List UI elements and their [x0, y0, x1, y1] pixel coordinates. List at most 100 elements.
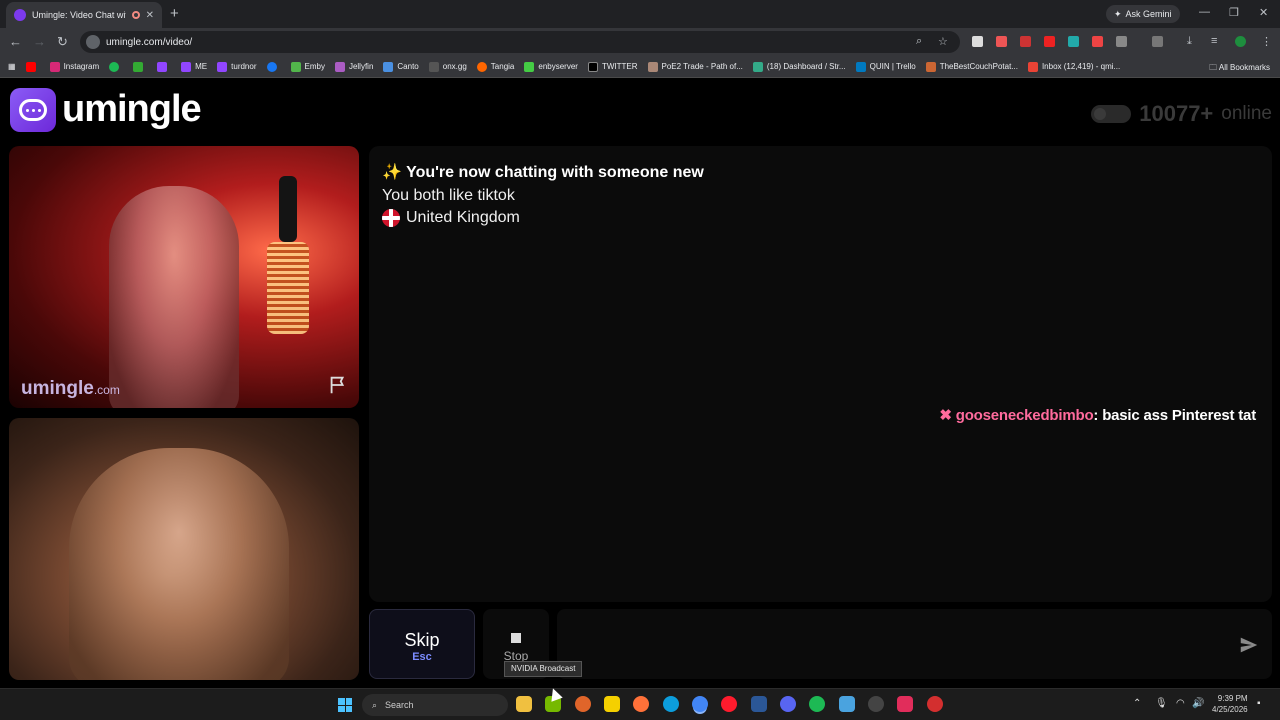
extension-icon[interactable]: [1044, 36, 1055, 47]
media-icon[interactable]: ≡: [1211, 35, 1217, 47]
x-twitter-icon: [587, 61, 598, 72]
extension-k-icon[interactable]: [972, 36, 983, 47]
close-window-icon[interactable]: ✕: [1259, 6, 1268, 19]
taskbar-clock[interactable]: 9:39 PM 4/25/2026: [1212, 693, 1248, 715]
notepad-icon[interactable]: [839, 696, 855, 712]
bookmark-instagram[interactable]: Instagram: [49, 61, 99, 72]
overlay-username: gooseneckedbimbo: [955, 407, 1094, 424]
forward-icon[interactable]: →: [33, 34, 46, 49]
browser-tab[interactable]: Umingle: Video Chat with S ✕: [6, 2, 162, 28]
bookmark-label: Jellyfin: [348, 62, 374, 71]
wifi-icon[interactable]: ◠: [1176, 698, 1185, 709]
gemini-icon: ✦: [1114, 8, 1122, 19]
spotify-icon[interactable]: [809, 696, 825, 712]
chrome-icon[interactable]: [692, 696, 708, 712]
microphone-icon[interactable]: 🎙: [1155, 698, 1168, 709]
send-icon[interactable]: [1238, 634, 1260, 656]
bookmark-star-icon[interactable]: ☆: [938, 35, 948, 48]
folder-icon: 🗀: [1209, 63, 1219, 72]
windows-start-icon[interactable]: [338, 698, 352, 712]
bookmark-label: onx.gg: [442, 62, 467, 71]
download-icon[interactable]: ⤓: [1187, 35, 1192, 48]
bookmark-spotify[interactable]: [109, 61, 123, 72]
bookmark-onx[interactable]: onx.gg: [428, 61, 467, 72]
stream-chat-overlay: ✖ gooseneckedbimbo: basic ass Pinterest …: [939, 406, 1256, 424]
profile-avatar-icon[interactable]: [1235, 36, 1246, 47]
bookmark-tangia[interactable]: Tangia: [476, 61, 514, 72]
app-icon[interactable]: [927, 696, 943, 712]
app-icon[interactable]: [575, 696, 591, 712]
spotify-icon: [109, 61, 120, 72]
bookmark-jellyfin[interactable]: Jellyfin: [334, 61, 374, 72]
url-text: umingle.com/video/: [106, 36, 193, 48]
site-info-icon[interactable]: [86, 35, 100, 49]
recording-icon: [131, 11, 140, 19]
file-explorer-icon[interactable]: [516, 696, 532, 712]
volume-icon[interactable]: 🔊: [1192, 698, 1204, 709]
online-label: online: [1221, 103, 1272, 124]
discord-icon[interactable]: [780, 696, 796, 712]
notification-icon[interactable]: ▪: [1257, 698, 1261, 709]
enbyserver-icon: [524, 61, 535, 72]
browser-toolbar: ← → ↻ umingle.com/video/ ⌕ ☆ ⤓ ≡ ⋮: [0, 28, 1280, 56]
bookmark-gmail[interactable]: Inbox (12,419) - qmi...: [1027, 61, 1120, 72]
bookmark-twitter[interactable]: TWITTER: [587, 61, 638, 72]
tiktok-icon[interactable]: [897, 696, 913, 712]
firefox-icon[interactable]: [633, 696, 649, 712]
back-icon[interactable]: ←: [9, 34, 22, 49]
flag-icon[interactable]: [327, 374, 349, 396]
bookmark-emby[interactable]: Emby: [290, 61, 325, 72]
app-icon[interactable]: [751, 696, 767, 712]
all-bookmarks-button[interactable]: 🗀 All Bookmarks: [1209, 62, 1270, 76]
bookmark-me[interactable]: ME: [181, 61, 207, 72]
bookmark-facebook[interactable]: [266, 61, 281, 72]
poe2-icon: [647, 61, 658, 72]
tab-search-icon[interactable]: [1152, 36, 1163, 47]
obs-icon[interactable]: [868, 696, 884, 712]
bookmark-poe2[interactable]: PoE2 Trade - Path of...: [647, 61, 743, 72]
extension-icon[interactable]: [1068, 36, 1079, 47]
bookmark-link[interactable]: [133, 61, 147, 72]
tray-chevron-icon[interactable]: ⌃: [1133, 698, 1141, 709]
bookmark-couchpotato[interactable]: TheBestCouchPotat...: [925, 61, 1018, 72]
bookmark-canto[interactable]: Canto: [383, 61, 419, 72]
ask-gemini-button[interactable]: ✦ Ask Gemini: [1106, 5, 1180, 23]
address-bar[interactable]: umingle.com/video/: [80, 31, 960, 53]
stranger-person-image: [109, 186, 239, 408]
chat-bubble-icon: [19, 99, 47, 121]
umingle-logo-icon[interactable]: [10, 88, 56, 132]
bookmark-trello[interactable]: QUIN | Trello: [855, 61, 916, 72]
bookmark-label: TWITTER: [601, 62, 638, 71]
new-tab-button[interactable]: +: [170, 5, 179, 22]
extensions-puzzle-icon[interactable]: [1116, 36, 1127, 47]
menu-kebab-icon[interactable]: ⋮: [1261, 35, 1272, 48]
restore-icon[interactable]: ❐: [1229, 6, 1239, 19]
extension-icon[interactable]: [996, 36, 1007, 47]
toggle-switch[interactable]: [1091, 105, 1132, 123]
bookmark-label: PoE2 Trade - Path of...: [661, 62, 743, 71]
opera-icon[interactable]: [721, 696, 737, 712]
bookmark-enbyserver[interactable]: enbyserver: [524, 61, 578, 72]
tab-title: Umingle: Video Chat with S: [32, 10, 126, 20]
bookmark-dashboard[interactable]: (18) Dashboard / Str...: [752, 61, 846, 72]
self-video: [9, 418, 359, 680]
extension-icon[interactable]: [1020, 36, 1031, 47]
sticky-notes-icon[interactable]: [604, 696, 620, 712]
edge-icon[interactable]: [663, 696, 679, 712]
zoom-icon[interactable]: ⌕: [916, 35, 922, 48]
bookmark-label: turdnor: [231, 62, 257, 71]
close-tab-icon[interactable]: ✕: [146, 10, 154, 21]
taskbar-search[interactable]: ⌕ Search: [362, 694, 508, 716]
apps-grid-icon[interactable]: ▦: [8, 62, 16, 71]
minimize-icon[interactable]: —: [1199, 6, 1210, 18]
site-logo-text[interactable]: umingle: [62, 88, 202, 131]
extension-icon[interactable]: [1092, 36, 1103, 47]
umingle-favicon-icon: [14, 9, 26, 21]
bookmark-youtube[interactable]: [25, 61, 40, 72]
skip-button[interactable]: Skip Esc: [369, 609, 475, 679]
chat-message-input[interactable]: [557, 609, 1272, 679]
reload-icon[interactable]: ↻: [57, 34, 68, 50]
bookmark-turdnor[interactable]: turdnor: [217, 61, 257, 72]
bookmark-twitch[interactable]: [157, 61, 171, 72]
stop-icon: [511, 633, 521, 643]
